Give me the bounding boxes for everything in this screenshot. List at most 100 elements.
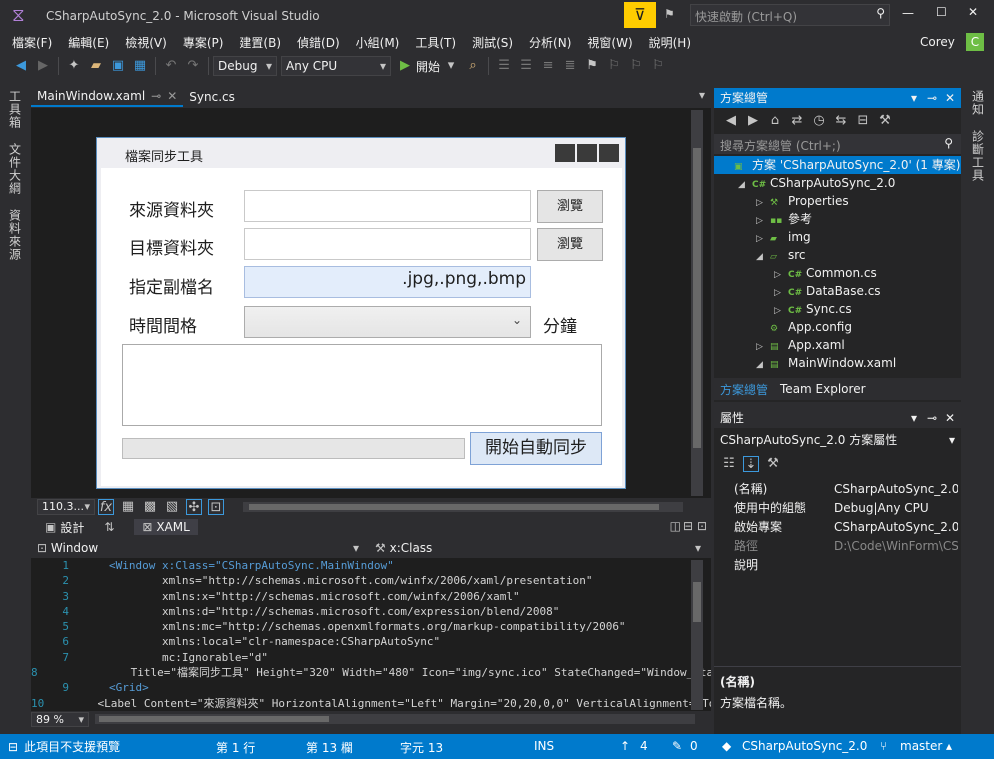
project-code-icon[interactable]: ⊡ [208,499,224,515]
wpf-close-button[interactable] [599,144,619,162]
back-icon[interactable]: ◀ [723,113,739,129]
solution-configuration-select[interactable]: Debug [213,56,277,76]
property-value[interactable]: Debug|Any CPU [834,499,958,518]
expander-icon[interactable]: ◢ [756,356,770,374]
solution-platform-select[interactable]: Any CPU [281,56,391,76]
property-row[interactable]: 啟始專案 CSharpAutoSync_2.0 [714,518,961,537]
alphabetical-icon[interactable]: ⇣ [743,456,759,472]
menu-team[interactable]: 小組(M) [348,34,408,51]
extension-input[interactable]: .jpg,.png,.bmp [244,266,531,298]
formula-icon[interactable]: fx [98,499,114,515]
grid-icon[interactable]: ▦ [120,499,136,515]
open-file-icon[interactable]: ▰ [88,58,104,74]
tree-item[interactable]: ◢ ▤ MainWindow.xaml [714,354,961,372]
tab-overflow-icon[interactable]: ▾ [699,88,705,102]
home-icon[interactable]: ⌂ [767,113,783,129]
tree-item[interactable]: ◢ C# CSharpAutoSync_2.0 [714,174,961,192]
pin-icon[interactable]: ⊸ [927,408,937,428]
solution-search-input[interactable]: 搜尋方案總管 (Ctrl+;) [720,137,841,154]
user-name[interactable]: Corey [912,35,963,49]
design-tab[interactable]: 設計 [60,519,84,536]
repo-icon[interactable]: ◆ [722,739,731,753]
scroll-thumb[interactable] [693,582,701,622]
status-edits[interactable]: 0 [690,739,698,753]
source-folder-input[interactable] [244,190,531,222]
maximize-button[interactable]: ☐ [936,5,947,19]
code-line[interactable]: 7 mc:Ignorable="d" [31,650,711,665]
zoom-select[interactable]: 110.3... [37,499,95,515]
close-button[interactable]: ✕ [968,5,978,19]
collapse-pane-icon[interactable]: ⊡ [697,519,707,533]
menu-tools[interactable]: 工具(T) [407,34,464,51]
align-right-icon[interactable]: ☰ [518,58,534,74]
branch-icon[interactable]: ⑂ [880,739,887,753]
pending-changes-icon[interactable]: ◷ [811,113,827,129]
menu-edit[interactable]: 編輯(E) [60,34,117,51]
redo-icon[interactable]: ↷ [185,58,201,74]
code-line[interactable]: 1 <Window x:Class="CSharpAutoSync.MainWin… [31,558,711,573]
tree-item[interactable]: ▷ C# DataBase.cs [714,282,961,300]
property-value[interactable]: CSharpAutoSync_2.0 [834,480,958,499]
tab-team-explorer[interactable]: Team Explorer [774,382,872,396]
undo-icon[interactable]: ↶ [163,58,179,74]
data-sources-tab[interactable]: 資料來源 [7,209,24,261]
scroll-thumb[interactable] [693,148,701,448]
xaml-tab[interactable]: XAML [156,520,189,534]
next-bookmark-icon[interactable]: ⚐ [628,58,644,74]
property-row[interactable]: 說明 [714,556,961,575]
horizontal-split-icon[interactable]: ⊟ [683,519,693,533]
menu-project[interactable]: 專案(P) [175,34,232,51]
categorized-icon[interactable]: ☷ [721,456,737,472]
tree-item[interactable]: ▷ ▤ App.xaml [714,336,961,354]
tree-item[interactable]: ▷ ▪▪ 參考 [714,210,961,228]
close-icon[interactable]: ✕ [945,408,955,428]
tab-sync-cs[interactable]: Sync.cs [183,87,241,107]
save-all-icon[interactable]: ▦ [132,58,148,74]
tree-item[interactable]: ⚙ App.config [714,318,961,336]
tab-solution-explorer[interactable]: 方案總管 [714,381,774,398]
property-row[interactable]: 路徑 D:\Code\WinForm\CS [714,537,961,556]
properties-icon[interactable]: ⚒ [877,113,893,129]
status-repo[interactable]: CSharpAutoSync_2.0 [742,739,867,753]
browse-source-button[interactable]: 瀏覽 [537,190,603,223]
filter-notification-icon[interactable]: ⊽ [624,2,656,28]
branch-up-icon[interactable]: ▴ [946,739,952,753]
browse-target-button[interactable]: 瀏覽 [537,228,603,261]
wpf-minimize-button[interactable] [555,144,575,162]
interval-select[interactable]: ⌄ [244,306,531,338]
tree-item[interactable]: ▷ C# Sync.cs [714,300,961,318]
menu-help[interactable]: 說明(H) [641,34,699,51]
tree-item[interactable]: ▷ C# Common.cs [714,264,961,282]
code-line[interactable]: 3 xmlns:x="http://schemas.microsoft.com/… [31,589,711,604]
wpf-maximize-button[interactable] [577,144,597,162]
arrow-up-icon[interactable]: ↑ [620,739,630,753]
collapse-all-icon[interactable]: ⊟ [855,113,871,129]
member-select[interactable]: ⚒ x:Class [371,539,705,559]
status-branch[interactable]: master [900,739,942,753]
start-icon[interactable]: ▶ [397,58,413,74]
code-line[interactable]: 8 Title="檔案同步工具" Height="320" Width="480… [31,665,711,680]
property-row[interactable]: (名稱) CSharpAutoSync_2.0 [714,480,961,499]
forward-icon[interactable]: ▶ [35,58,51,74]
code-vertical-scrollbar[interactable] [691,560,703,710]
sync-icon[interactable]: ⇆ [833,113,849,129]
design-vertical-scrollbar[interactable] [691,110,703,496]
target-folder-input[interactable] [244,228,531,260]
design-horizontal-scrollbar[interactable] [243,502,683,512]
status-unpushed[interactable]: 4 [640,739,648,753]
diagnostic-tools-tab[interactable]: 診斷工具 [970,130,987,182]
property-value[interactable]: CSharpAutoSync_2.0 [834,518,958,537]
property-row[interactable]: 使用中的組態 Debug|Any CPU [714,499,961,518]
tree-item[interactable]: ▣ 方案 'CSharpAutoSync_2.0' (1 專案) [714,156,961,174]
menu-debug[interactable]: 偵錯(D) [289,34,348,51]
switch-views-icon[interactable]: ⇄ [789,113,805,129]
quick-launch[interactable]: 快速啟動 (Ctrl+Q) ⚲ [690,4,890,26]
feedback-icon[interactable]: ⚑ [664,7,675,21]
scroll-thumb[interactable] [249,504,659,510]
artboard-icon[interactable]: ▧ [164,499,180,515]
panel-menu-icon[interactable]: ▾ [911,88,917,108]
panel-menu-icon[interactable]: ▾ [911,408,917,428]
uncomment-icon[interactable]: ≣ [562,58,578,74]
document-outline-tab[interactable]: 文件大綱 [7,143,24,195]
xaml-tab-wrapper[interactable]: ⊠ XAML [134,519,198,535]
